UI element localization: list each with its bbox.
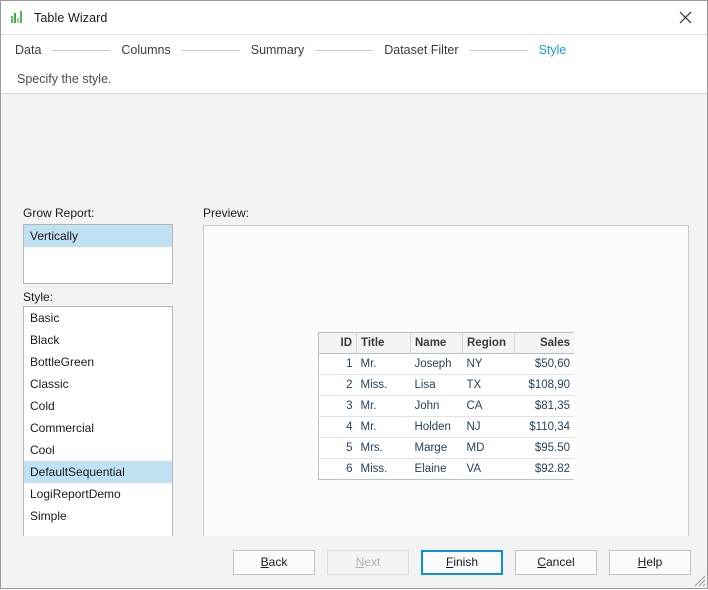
preview-table-wrapper: ID Title Name Region Sales 1 Mr. Joseph bbox=[318, 332, 574, 480]
next-button[interactable]: Next bbox=[327, 549, 409, 575]
finish-button-mnemonic: F bbox=[445, 555, 454, 569]
cell-region: VA bbox=[466, 463, 482, 475]
column-header-name: Name bbox=[410, 332, 463, 354]
table-row: 4 Mr. Holden NJ $110,34 bbox=[318, 416, 574, 438]
cell-name: Lisa bbox=[410, 374, 463, 396]
close-icon[interactable] bbox=[663, 1, 707, 33]
cell-title: Mr. bbox=[356, 416, 411, 438]
next-button-mnemonic: N bbox=[355, 555, 365, 569]
preview-label: Preview: bbox=[203, 206, 250, 220]
step-dataset-filter[interactable]: Dataset Filter bbox=[384, 43, 458, 57]
style-item-logireportdemo[interactable]: LogiReportDemo bbox=[24, 483, 172, 505]
cell-sales: $95.50 bbox=[514, 437, 574, 459]
cell-id: 6 bbox=[346, 463, 353, 475]
table-row: 2 Miss. Lisa TX $108,90 bbox=[318, 374, 574, 396]
style-item-simple[interactable]: Simple bbox=[24, 505, 172, 527]
step-description: Specify the style. bbox=[1, 65, 707, 94]
style-item-cool[interactable]: Cool bbox=[24, 439, 172, 461]
column-header-region: Region bbox=[462, 332, 515, 354]
table-header-row: ID Title Name Region Sales bbox=[318, 332, 574, 354]
style-item-defaultsequential[interactable]: DefaultSequential bbox=[24, 461, 172, 483]
style-item-commercial[interactable]: Commercial bbox=[24, 417, 172, 439]
cell-region: CA bbox=[462, 395, 515, 417]
table-row: 1 Mr. Joseph NY $50,60 bbox=[318, 353, 574, 375]
cell-region: MD bbox=[462, 437, 515, 459]
step-separator bbox=[469, 49, 528, 51]
cancel-button[interactable]: Cancel bbox=[515, 549, 597, 575]
step-data[interactable]: Data bbox=[15, 43, 41, 57]
cancel-button-mnemonic: C bbox=[537, 555, 546, 569]
style-item-black[interactable]: Black bbox=[24, 329, 172, 351]
cell-region: NY bbox=[462, 353, 515, 375]
step-columns[interactable]: Columns bbox=[121, 43, 170, 57]
cell-name: Marge bbox=[410, 437, 463, 459]
help-button-mnemonic: H bbox=[637, 555, 647, 569]
cell-sales: $108,90 bbox=[514, 374, 574, 396]
table-row: 6 Miss. Elaine VA $92.82 bbox=[319, 459, 575, 480]
cell-id: 1 bbox=[318, 353, 357, 375]
step-separator bbox=[181, 49, 240, 51]
help-button-label: elp bbox=[646, 555, 663, 569]
cell-title: Miss. bbox=[356, 374, 411, 396]
table-wizard-window: Table Wizard Data Columns Summary Datase… bbox=[0, 0, 708, 589]
bar-chart-icon bbox=[10, 10, 26, 26]
style-item-classic[interactable]: Classic bbox=[24, 373, 172, 395]
step-separator bbox=[315, 49, 374, 51]
cell-title: Miss. bbox=[360, 463, 388, 475]
resize-grip-icon[interactable] bbox=[692, 573, 706, 587]
step-summary[interactable]: Summary bbox=[251, 43, 304, 57]
table-row: 3 Mr. John CA $81,35 bbox=[318, 395, 574, 417]
cell-id: 4 bbox=[318, 416, 357, 438]
finish-button[interactable]: Finish bbox=[421, 549, 503, 575]
titlebar: Table Wizard bbox=[1, 1, 707, 35]
cell-id: 3 bbox=[318, 395, 357, 417]
cell-region: TX bbox=[462, 374, 515, 396]
wizard-steps: Data Columns Summary Dataset Filter Styl… bbox=[1, 35, 707, 65]
cell-title: Mrs. bbox=[356, 437, 411, 459]
dialog-footer: Back Next Finish Cancel Help bbox=[1, 536, 707, 588]
cancel-button-label: ancel bbox=[545, 555, 575, 569]
preview-table: ID Title Name Region Sales 1 Mr. Joseph bbox=[318, 332, 574, 480]
grow-report-listbox[interactable]: Vertically bbox=[23, 224, 173, 284]
cell-id: 2 bbox=[318, 374, 357, 396]
back-button-mnemonic: B bbox=[260, 555, 269, 569]
cell-sales: $50,60 bbox=[514, 353, 574, 375]
column-header-id: ID bbox=[318, 332, 357, 354]
cell-title: Mr. bbox=[356, 353, 411, 375]
cell-title: Mr. bbox=[356, 395, 411, 417]
grow-report-label: Grow Report: bbox=[23, 206, 95, 220]
cell-sales: $81,35 bbox=[514, 395, 574, 417]
cell-name: Holden bbox=[410, 416, 463, 438]
window-title: Table Wizard bbox=[34, 10, 108, 25]
cell-id: 5 bbox=[318, 437, 357, 459]
cell-name: John bbox=[410, 395, 463, 417]
style-item-bottlegreen[interactable]: BottleGreen bbox=[24, 351, 172, 373]
column-header-sales: Sales bbox=[514, 332, 574, 354]
column-header-title: Title bbox=[356, 332, 411, 354]
cell-sales: $110,34 bbox=[514, 416, 574, 438]
finish-button-label: inish bbox=[453, 555, 479, 569]
step-style[interactable]: Style bbox=[539, 43, 567, 57]
table-row: 5 Mrs. Marge MD $95.50 bbox=[318, 437, 574, 459]
back-button[interactable]: Back bbox=[233, 549, 315, 575]
cell-name: Elaine bbox=[414, 463, 447, 475]
cell-sales: $92.82 bbox=[534, 463, 570, 475]
next-button-label: ext bbox=[364, 555, 381, 569]
grow-report-item-vertically[interactable]: Vertically bbox=[24, 225, 172, 247]
help-button[interactable]: Help bbox=[609, 549, 691, 575]
cell-name: Joseph bbox=[410, 353, 463, 375]
style-label: Style: bbox=[23, 290, 54, 304]
step-separator bbox=[52, 49, 111, 51]
wizard-body: Grow Report: Vertically Style: Basic Bla… bbox=[1, 94, 707, 584]
style-item-basic[interactable]: Basic bbox=[24, 307, 172, 329]
back-button-label: ack bbox=[268, 555, 288, 569]
cell-region: NJ bbox=[462, 416, 515, 438]
preview-panel: ID Title Name Region Sales 1 Mr. Joseph bbox=[203, 225, 689, 584]
style-item-cold[interactable]: Cold bbox=[24, 395, 172, 417]
